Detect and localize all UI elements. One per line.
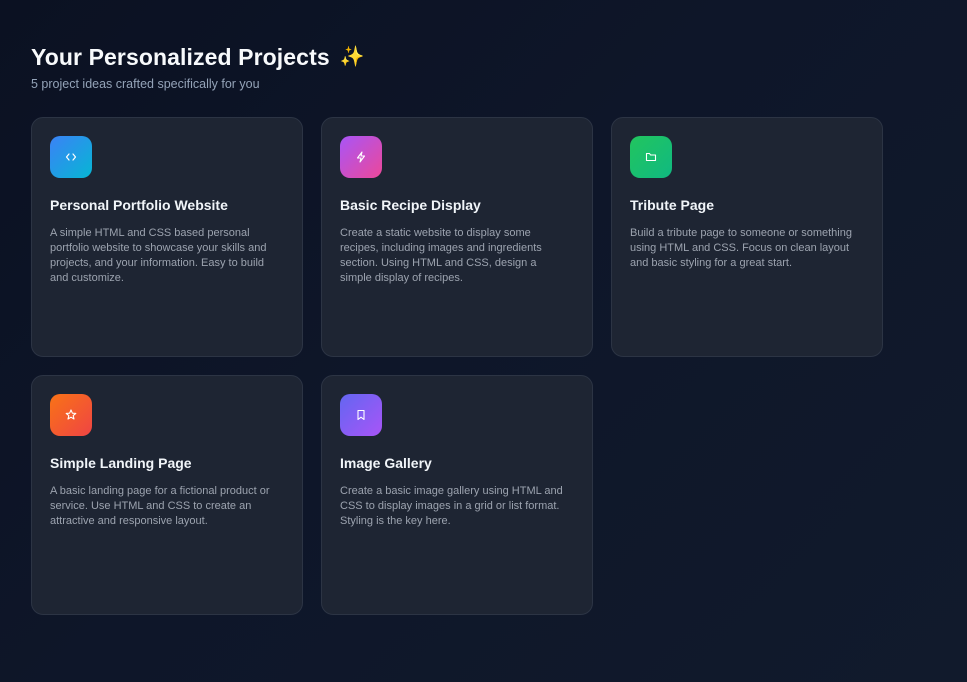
page-title: Your Personalized Projects	[31, 43, 330, 70]
lightning-icon	[356, 151, 366, 163]
project-icon-badge	[340, 394, 382, 436]
project-card-image-gallery[interactable]: Image Gallery Create a basic image galle…	[321, 375, 593, 615]
project-icon-badge	[50, 394, 92, 436]
project-description: Build a tribute page to someone or somet…	[630, 227, 852, 269]
title-row: Your Personalized Projects ✨	[31, 42, 911, 72]
project-card-personal-portfolio[interactable]: Personal Portfolio Website A simple HTML…	[31, 117, 303, 357]
project-card-landing-page[interactable]: Simple Landing Page A basic landing page…	[31, 375, 303, 615]
folder-icon	[645, 152, 657, 162]
project-icon-badge	[340, 136, 382, 178]
project-grid: Personal Portfolio Website A simple HTML…	[31, 117, 883, 615]
project-card-tribute-page[interactable]: Tribute Page Build a tribute page to som…	[611, 117, 883, 357]
project-icon-badge	[630, 136, 672, 178]
project-title: Simple Landing Page	[50, 455, 192, 471]
project-title: Personal Portfolio Website	[50, 197, 228, 213]
project-description: Create a static website to display some …	[340, 227, 542, 284]
project-description: A basic landing page for a fictional pro…	[50, 485, 270, 527]
project-description: A simple HTML and CSS based personal por…	[50, 227, 267, 284]
code-icon	[65, 153, 77, 161]
project-title: Basic Recipe Display	[340, 197, 481, 213]
star-icon	[65, 409, 77, 420]
project-title: Tribute Page	[630, 197, 715, 213]
projects-page: Your Personalized Projects ✨ 5 project i…	[31, 42, 911, 615]
page-subtitle: 5 project ideas crafted specifically for…	[31, 77, 260, 91]
bookmark-icon	[357, 409, 365, 421]
project-icon-badge	[50, 136, 92, 178]
sparkle-icon: ✨	[339, 46, 365, 68]
project-title: Image Gallery	[340, 455, 432, 471]
project-description: Create a basic image gallery using HTML …	[340, 485, 563, 527]
project-card-recipe-display[interactable]: Basic Recipe Display Create a static web…	[321, 117, 593, 357]
